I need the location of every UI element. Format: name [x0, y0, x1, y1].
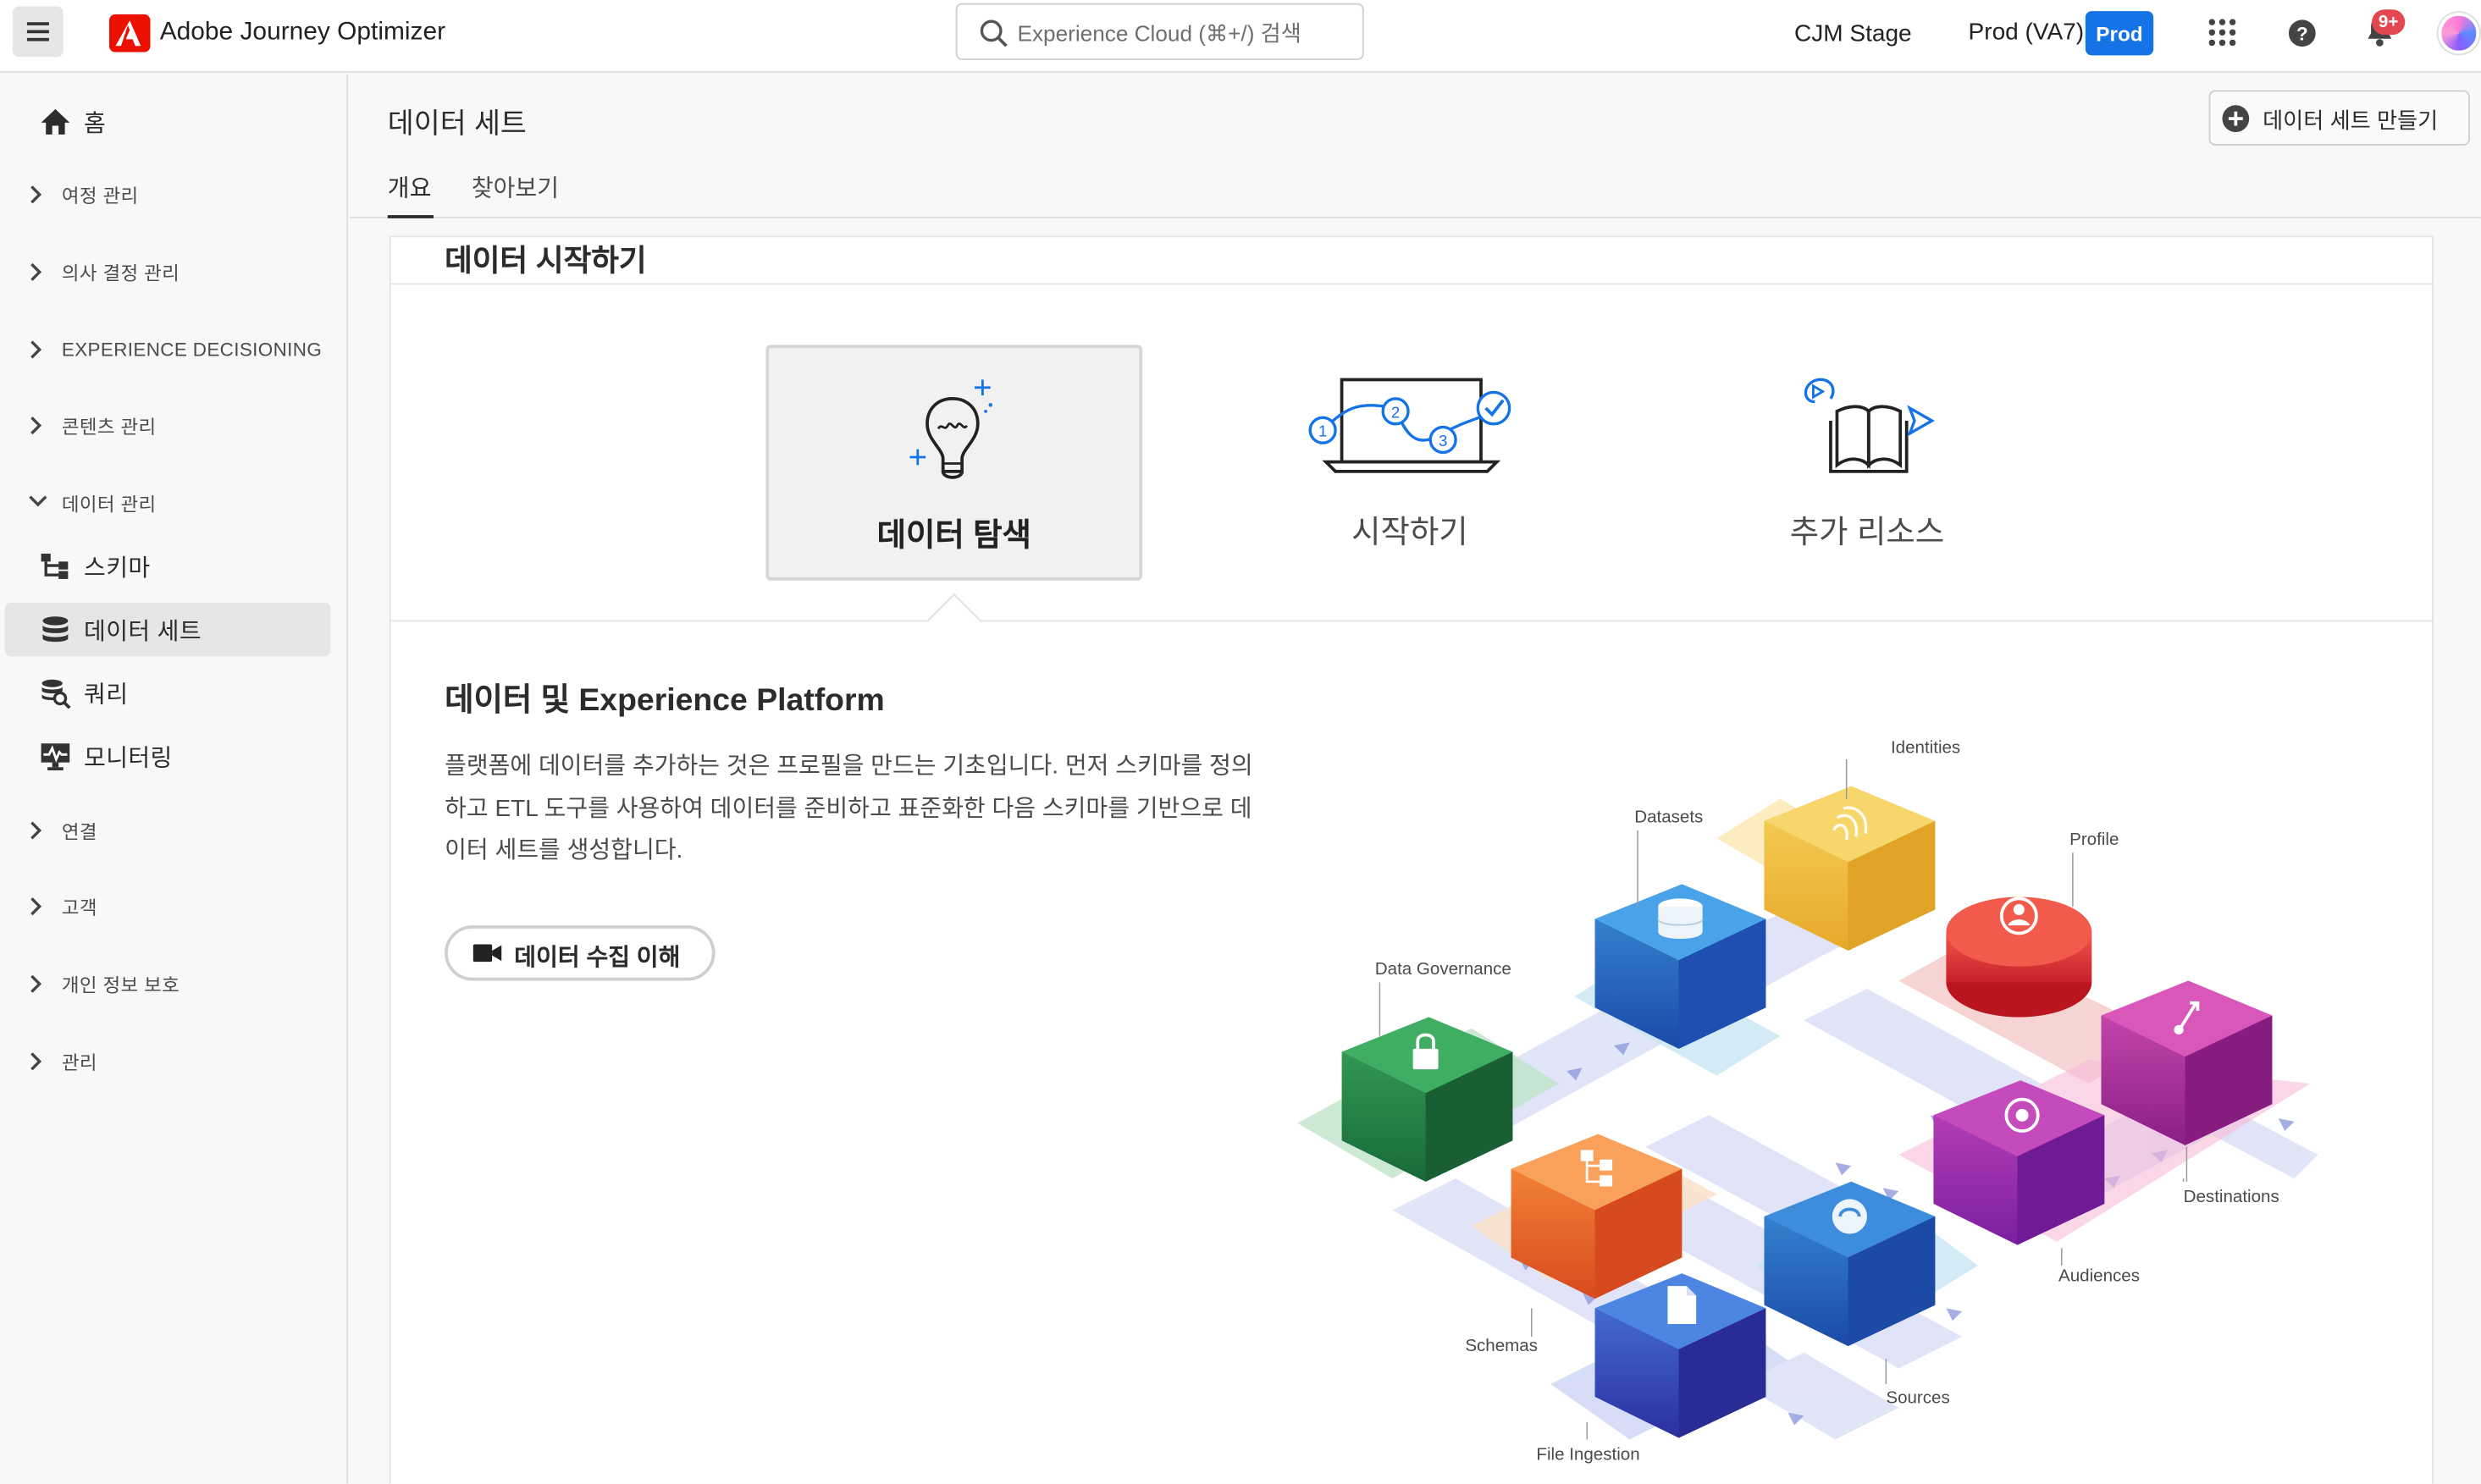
tab-overview[interactable]: 개요 — [388, 171, 432, 204]
label-schemas: Schemas — [1465, 1336, 1538, 1355]
svg-text:1: 1 — [1318, 422, 1327, 440]
sidebar-item-experience-decisioning[interactable]: EXPERIENCE DECISIONING — [0, 323, 348, 377]
book-icon — [1804, 378, 1935, 473]
section-title: 데이터 및 Experience Platform — [445, 683, 885, 719]
search-icon — [980, 19, 1008, 47]
label-sources: Sources — [1886, 1387, 1949, 1407]
database-icon — [42, 616, 69, 643]
notification-badge: 9+ — [2372, 9, 2406, 36]
svg-text:3: 3 — [1439, 432, 1447, 450]
lightbulb-icon — [909, 379, 992, 479]
video-button-label: 데이터 수집 이해 — [514, 944, 681, 972]
sidebar-item-label: 홈 — [84, 109, 107, 137]
sidebar-item-privacy[interactable]: 개인 정보 보호 — [0, 957, 348, 1012]
sidebar-item-administration[interactable]: 관리 — [0, 1034, 348, 1089]
sidebar-item-customers[interactable]: 고객 — [0, 880, 348, 934]
sidebar-item-label: 고객 — [61, 896, 97, 919]
section-description: 플랫폼에 데이터를 추가하는 것은 프로필을 만드는 기초입니다. 먼저 스키마… — [445, 753, 1253, 864]
tabs-divider — [349, 216, 2481, 218]
menu-button[interactable] — [12, 6, 64, 58]
option-more-resources[interactable]: 추가 리소스 — [1679, 345, 2056, 580]
avatar[interactable] — [2438, 12, 2480, 54]
chevron-right-icon — [30, 1052, 42, 1071]
home-icon — [41, 108, 70, 135]
apps-grid-icon[interactable] — [2208, 19, 2236, 47]
sidebar-item-home[interactable]: 홈 — [0, 95, 348, 149]
options-divider — [389, 620, 2434, 622]
option-label: 추가 리소스 — [1789, 516, 1945, 551]
label-audiences: Audiences — [2058, 1266, 2140, 1286]
card-title: 데이터 시작하기 — [445, 245, 647, 279]
option-label: 데이터 탐색 — [876, 518, 1031, 554]
experience-platform-illustration: Identities Datasets Profile Data Governa… — [1297, 737, 2318, 1465]
chevron-right-icon — [30, 417, 42, 435]
sidebar-item-label: 여정 관리 — [61, 184, 139, 207]
sidebar-item-monitoring[interactable]: 모니터링 — [0, 729, 348, 783]
active-tab-indicator — [387, 215, 434, 218]
top-bar: Adobe Journey Optimizer Experience Cloud… — [0, 0, 2481, 73]
help-icon[interactable]: ? — [2288, 19, 2317, 47]
laptop-steps-icon: 1 2 3 — [1308, 378, 1511, 473]
label-profile: Profile — [2069, 830, 2119, 849]
sidebar-item-queries[interactable]: 쿼리 — [0, 666, 348, 720]
sidebar-item-label: EXPERIENCE DECISIONING — [61, 338, 323, 361]
sidebar-item-label: 쿼리 — [84, 681, 129, 709]
sidebar-item-decision-management[interactable]: 의사 결정 관리 — [0, 245, 348, 300]
monitoring-icon — [41, 743, 70, 771]
video-camera-icon — [472, 944, 502, 963]
chevron-right-icon — [30, 340, 42, 359]
add-circle-icon — [2222, 105, 2250, 133]
schema-icon — [41, 554, 69, 579]
option-label: 시작하기 — [1351, 516, 1468, 551]
label-data-governance: Data Governance — [1375, 959, 1511, 979]
label-identities: Identities — [1891, 737, 1960, 757]
chevron-right-icon — [30, 262, 42, 281]
option-get-started[interactable]: 1 2 3 시작하기 — [1222, 345, 1599, 580]
sidebar-item-label: 개인 정보 보호 — [61, 974, 180, 996]
label-file-ingestion: File Ingestion — [1536, 1445, 1639, 1465]
sidebar-item-label: 데이터 세트 — [84, 617, 202, 645]
card-title-divider — [389, 283, 2434, 285]
svg-text:2: 2 — [1391, 403, 1400, 421]
sidebar-item-datasets[interactable]: 데이터 세트 — [0, 603, 348, 657]
sidebar-item-connections[interactable]: 연결 — [0, 803, 348, 858]
query-icon — [41, 679, 71, 709]
option-explore-data[interactable]: 데이터 탐색 — [765, 345, 1143, 581]
menu-icon — [26, 22, 49, 41]
chevron-right-icon — [30, 821, 42, 840]
label-datasets: Datasets — [1634, 808, 1703, 827]
sidebar-item-journey-management[interactable]: 여정 관리 — [0, 168, 348, 222]
chevron-right-icon — [30, 897, 42, 916]
sidebar-item-content-management[interactable]: 콘텐츠 관리 — [0, 399, 348, 453]
sidebar-item-label: 콘텐츠 관리 — [61, 415, 157, 438]
sidebar-item-label: 모니터링 — [84, 744, 173, 771]
sandbox-badge[interactable]: Prod — [2085, 11, 2154, 56]
svg-text:?: ? — [2296, 24, 2308, 45]
chevron-right-icon — [30, 974, 42, 993]
sandbox-switcher[interactable]: Prod (VA7) — [1969, 19, 2085, 46]
sidebar-item-label: 연결 — [61, 819, 97, 843]
sidebar-item-label: 스키마 — [84, 554, 151, 582]
app-name[interactable]: Adobe Journey Optimizer — [160, 19, 445, 47]
label-destinations: Destinations — [2184, 1187, 2279, 1206]
page-title: 데이터 세트 — [387, 108, 527, 140]
adobe-logo[interactable] — [108, 14, 151, 52]
sidebar-item-label: 의사 결정 관리 — [61, 262, 180, 284]
search-placeholder: Experience Cloud (⌘+/) 검색 — [1017, 20, 1301, 47]
create-dataset-label: 데이터 세트 만들기 — [2263, 108, 2439, 133]
org-switcher[interactable]: CJM Stage — [1794, 20, 1912, 47]
understand-ingestion-video-button[interactable]: 데이터 수집 이해 — [445, 925, 716, 981]
chevron-down-icon — [29, 495, 47, 507]
chevron-right-icon — [30, 185, 42, 204]
sidebar-item-schemas[interactable]: 스키마 — [0, 539, 348, 593]
create-dataset-button[interactable]: 데이터 세트 만들기 — [2208, 90, 2470, 146]
sidebar-item-data-management[interactable]: 데이터 관리 — [0, 476, 348, 530]
sidebar-item-label: 데이터 관리 — [61, 493, 157, 516]
sidebar-item-label: 관리 — [61, 1051, 97, 1073]
search-field[interactable]: Experience Cloud (⌘+/) 검색 — [955, 3, 1364, 61]
tab-browse[interactable]: 찾아보기 — [472, 171, 559, 204]
